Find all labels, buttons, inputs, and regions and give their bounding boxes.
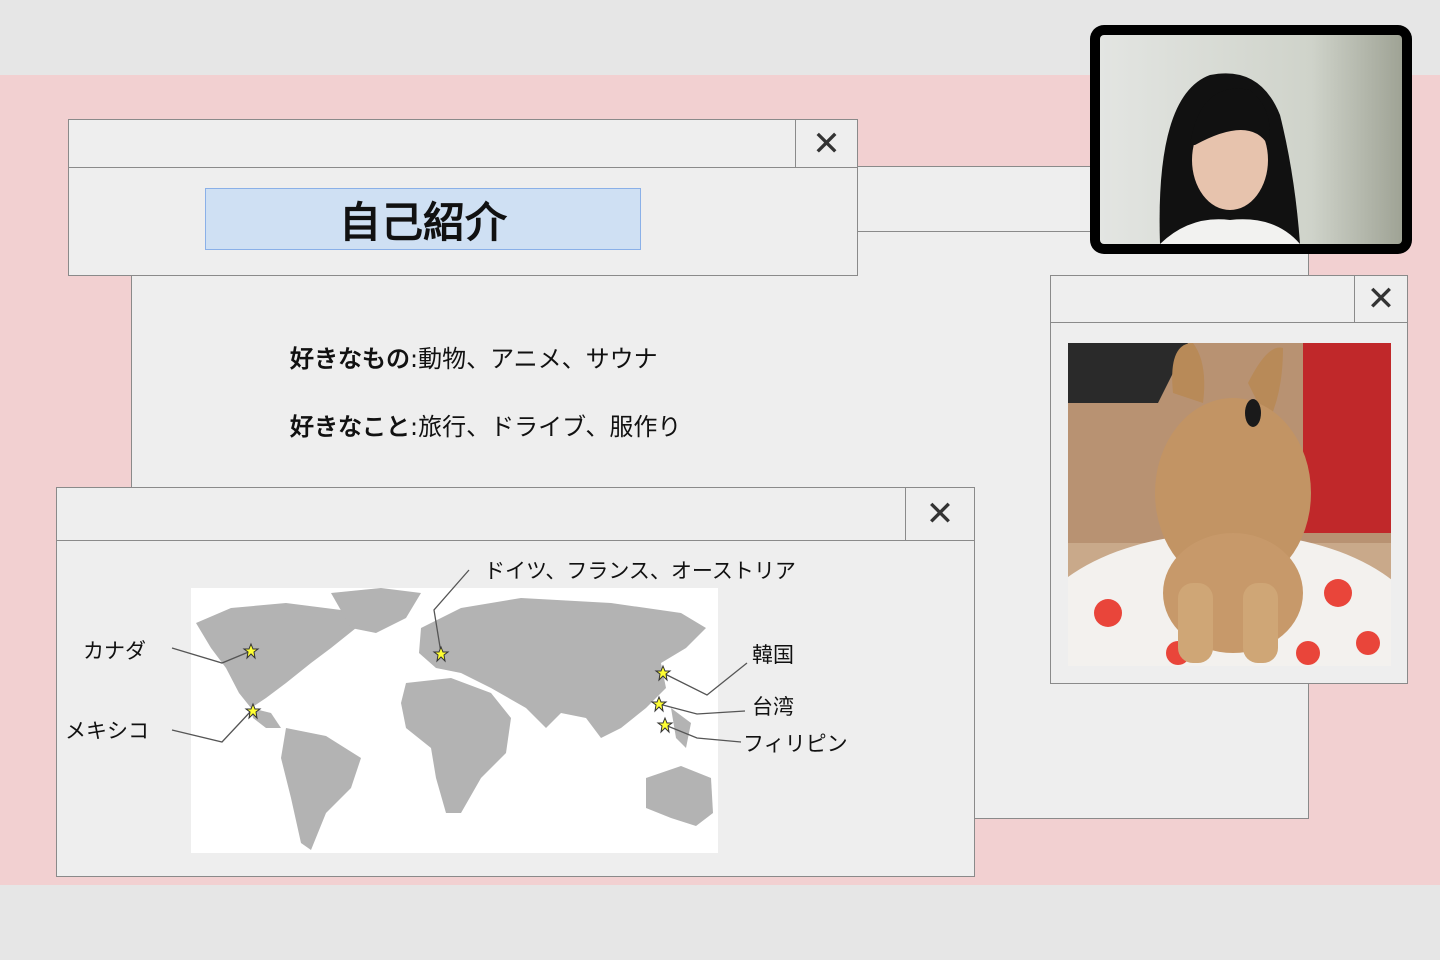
photo-window: ✕ (1050, 275, 1408, 684)
star-icon (244, 702, 262, 720)
map-annotations (171, 569, 748, 743)
webcam-video (1090, 25, 1412, 254)
star-icon (242, 642, 260, 660)
title-window: ✕ 自己紹介 (68, 119, 858, 276)
star-icon (432, 645, 450, 663)
rabbit-photo (1068, 343, 1391, 666)
label-korea: 韓国 (752, 643, 794, 667)
map-window: ✕ ドイツ、フランス、オーストリア カナダ メキシコ 韓国 台湾 フィリピン (56, 487, 975, 877)
likes-value: :動物、アニメ、サウナ (410, 345, 658, 373)
hobbies-value: :旅行、ドライブ、服作り (410, 413, 682, 441)
close-icon[interactable]: ✕ (795, 119, 858, 168)
label-canada: カナダ (83, 639, 146, 663)
star-icons (242, 642, 674, 734)
hobbies-label: 好きなこと (290, 413, 410, 441)
likes-line: 好きなもの:動物、アニメ、サウナ (290, 339, 658, 374)
close-icon[interactable]: ✕ (1354, 275, 1408, 323)
label-mexico: メキシコ (65, 719, 149, 743)
label-taiwan: 台湾 (752, 695, 794, 719)
hobbies-line: 好きなこと:旅行、ドライブ、服作り (290, 407, 681, 442)
star-icon (650, 695, 668, 713)
star-icon (656, 716, 674, 734)
page-title: 自己紹介 (205, 188, 641, 250)
likes-label: 好きなもの (290, 345, 410, 373)
participant-video (1100, 35, 1402, 244)
label-philippines: フィリピン (743, 732, 848, 756)
title-window-titlebar (69, 120, 857, 168)
label-europe: ドイツ、フランス、オーストリア (484, 559, 796, 583)
star-icon (654, 664, 672, 682)
